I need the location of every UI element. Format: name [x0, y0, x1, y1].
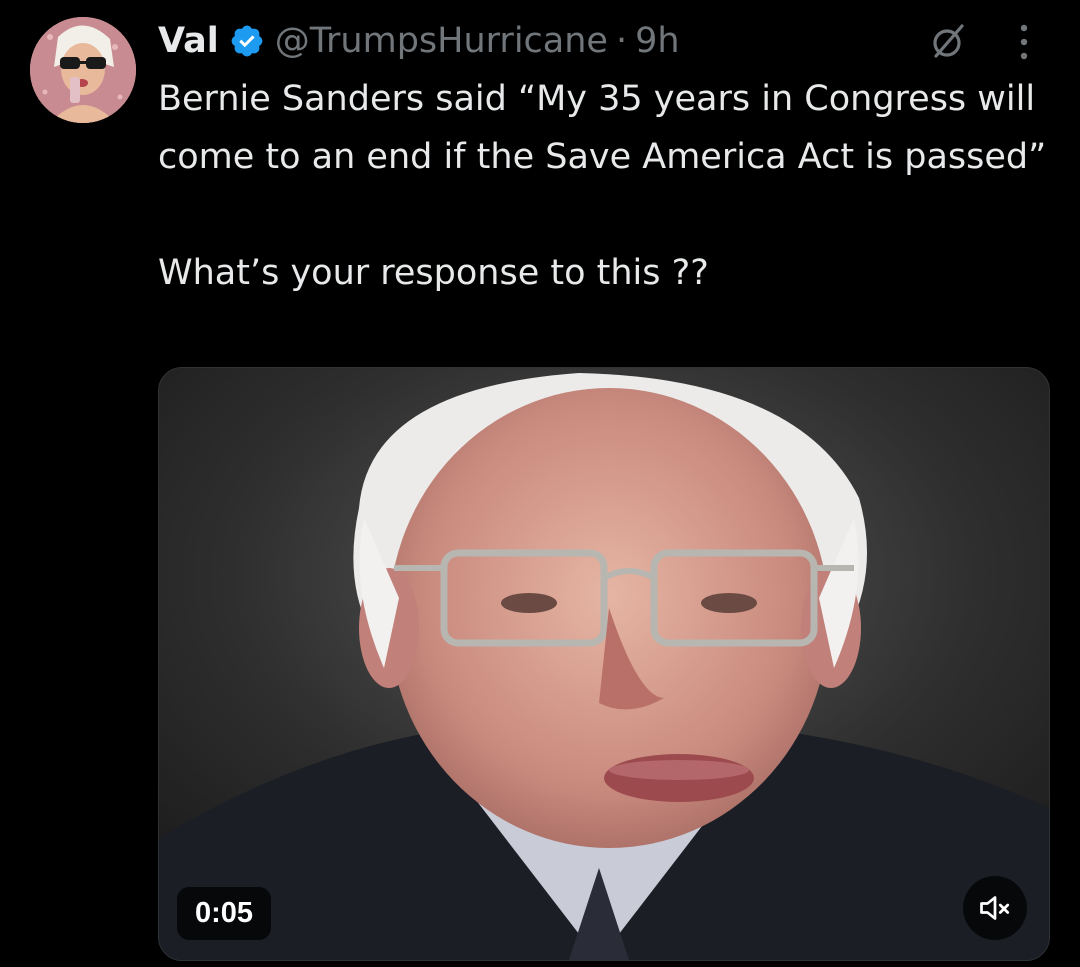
- mute-button[interactable]: [963, 876, 1027, 940]
- more-vertical-icon[interactable]: [1014, 20, 1034, 64]
- tweet-text: Bernie Sanders said “My 35 years in Cong…: [158, 70, 1058, 302]
- author-avatar[interactable]: [30, 17, 136, 123]
- verified-badge-icon: [231, 25, 263, 57]
- video-duration: 0:05: [177, 887, 272, 940]
- video-thumbnail: [159, 368, 1049, 960]
- avatar-image: [30, 17, 136, 123]
- tweet-text-paragraph-1: Bernie Sanders said “My 35 years in Cong…: [158, 79, 1047, 177]
- grok-icon[interactable]: [928, 22, 968, 62]
- tweet-header: Val @TrumpsHurricane · 9h: [158, 14, 680, 68]
- separator-dot: ·: [615, 21, 628, 61]
- post-time[interactable]: 9h: [635, 21, 679, 61]
- speaker-muted-icon: [980, 896, 1010, 920]
- author-name[interactable]: Val: [158, 21, 219, 61]
- video-player[interactable]: 0:05: [158, 367, 1050, 961]
- tweet-text-paragraph-2: What’s your response to this ??: [158, 253, 709, 293]
- tweet[interactable]: Val @TrumpsHurricane · 9h Bernie Sanders…: [0, 0, 1080, 967]
- author-handle[interactable]: @TrumpsHurricane: [275, 21, 608, 61]
